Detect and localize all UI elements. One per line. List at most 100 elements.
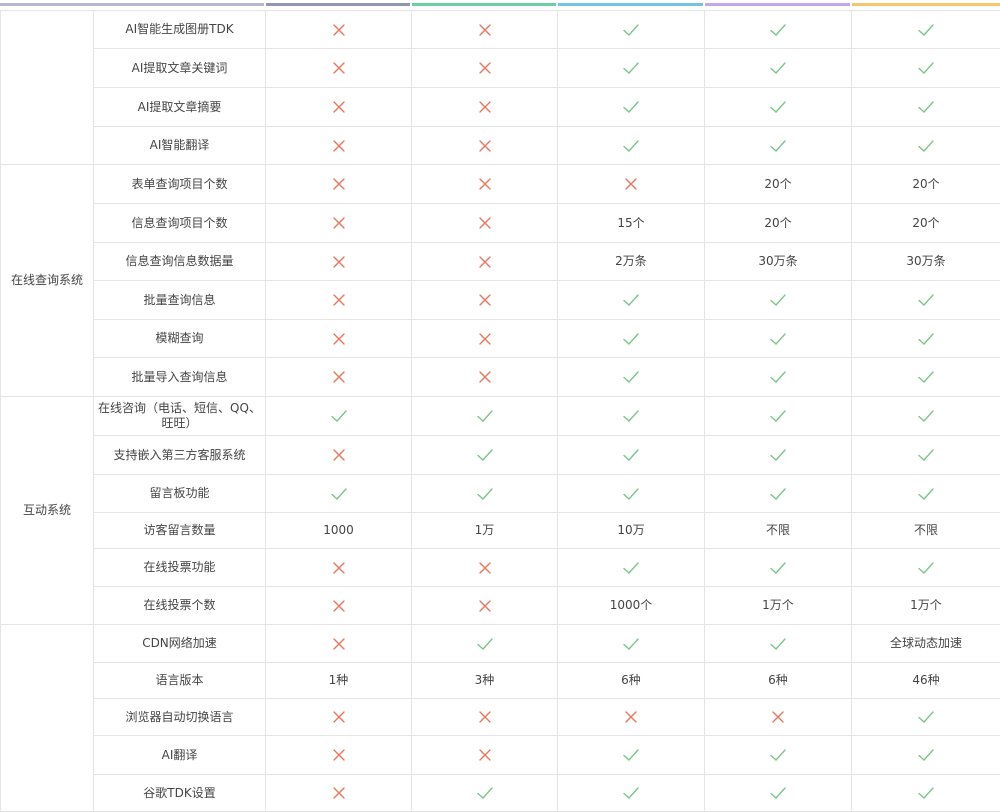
plan-cell-value: 46种: [852, 663, 1000, 699]
plan-cell-value: 不限: [852, 513, 1000, 549]
check-icon: [476, 785, 494, 801]
check-icon: [622, 60, 640, 76]
plan-cell: [266, 204, 412, 243]
plan-cell: [705, 320, 852, 358]
plan-cell-value: 6种: [558, 663, 705, 699]
cross-icon: [330, 22, 348, 38]
plan-cell: [852, 11, 1000, 49]
plan-cell: [266, 320, 412, 358]
cross-icon: [476, 138, 494, 154]
table-row: CDN网络加速全球动态加速: [1, 625, 1000, 663]
plan-cell: [412, 49, 558, 88]
feature-label: 在线咨询（电话、短信、QQ、旺旺）: [94, 397, 266, 436]
plan-cell: [852, 88, 1000, 127]
plan-cell-value: 6种: [705, 663, 852, 699]
cross-icon: [476, 747, 494, 763]
plan-cell: [266, 699, 412, 736]
feature-comparison-table: AI智能生成图册TDKAI提取文章关键词AI提取文章摘要AI智能翻译在线查询系统…: [0, 10, 1000, 812]
plan-cell: [705, 625, 852, 663]
cross-icon: [330, 215, 348, 231]
cross-icon: [330, 176, 348, 192]
plan-cell: [266, 736, 412, 775]
table-row: 模糊查询: [1, 320, 1000, 358]
feature-label: AI智能生成图册TDK: [94, 11, 266, 49]
check-icon: [769, 22, 787, 38]
feature-label: 支持嵌入第三方客服系统: [94, 436, 266, 475]
feature-label: AI翻译: [94, 736, 266, 775]
plan-cell-value: 20个: [705, 204, 852, 243]
check-icon: [917, 99, 935, 115]
plan-cell: [705, 736, 852, 775]
cross-icon: [622, 176, 640, 192]
check-icon: [622, 447, 640, 463]
plan-cell: [266, 243, 412, 281]
table-row: 留言板功能: [1, 475, 1000, 513]
plan-cell: [266, 587, 412, 625]
table-row: 在线查询系统表单查询项目个数20个20个: [1, 165, 1000, 204]
plan-cell: [412, 775, 558, 812]
check-icon: [622, 408, 640, 424]
plan-cell: [558, 549, 705, 587]
plan-cell: [266, 127, 412, 165]
cross-icon: [476, 369, 494, 385]
check-icon: [476, 408, 494, 424]
table-row: AI提取文章关键词: [1, 49, 1000, 88]
plan-cell: [852, 127, 1000, 165]
check-icon: [622, 747, 640, 763]
cross-icon: [330, 369, 348, 385]
cross-icon: [476, 331, 494, 347]
check-icon: [769, 408, 787, 424]
check-icon: [769, 785, 787, 801]
feature-comparison-panel: AI智能生成图册TDKAI提取文章关键词AI提取文章摘要AI智能翻译在线查询系统…: [0, 0, 1000, 810]
cross-icon: [330, 598, 348, 614]
group-label: [1, 625, 94, 812]
check-icon: [769, 138, 787, 154]
check-icon: [917, 447, 935, 463]
table-row: 信息查询信息数据量2万条30万条30万条: [1, 243, 1000, 281]
plan-cell: [412, 436, 558, 475]
plan-cell: [705, 436, 852, 475]
table-row: AI提取文章摘要: [1, 88, 1000, 127]
table-row: AI翻译: [1, 736, 1000, 775]
check-icon: [769, 636, 787, 652]
check-icon: [622, 138, 640, 154]
table-row: 批量导入查询信息: [1, 358, 1000, 397]
table-row: AI智能翻译: [1, 127, 1000, 165]
check-icon: [917, 709, 935, 725]
plan-cell-value: 不限: [705, 513, 852, 549]
check-icon: [330, 486, 348, 502]
table-row: 支持嵌入第三方客服系统: [1, 436, 1000, 475]
check-icon: [769, 60, 787, 76]
plan-cell: [852, 549, 1000, 587]
cross-icon: [330, 747, 348, 763]
plan-cell-value: 15个: [558, 204, 705, 243]
plan-cell: [266, 11, 412, 49]
plan-cell-value: 1000: [266, 513, 412, 549]
plan-cell: [266, 625, 412, 663]
group-label: [1, 11, 94, 165]
feature-label: 在线投票功能: [94, 549, 266, 587]
plan-cell: [412, 475, 558, 513]
cross-icon: [330, 560, 348, 576]
plan-cell: [705, 475, 852, 513]
plan-cell-value: 1种: [266, 663, 412, 699]
plan-cell: [558, 49, 705, 88]
feature-label: AI智能翻译: [94, 127, 266, 165]
plan-cell-value: 20个: [852, 204, 1000, 243]
plan-cell: [558, 127, 705, 165]
plan-cell: [558, 625, 705, 663]
plan-cell: [705, 127, 852, 165]
check-icon: [622, 99, 640, 115]
cross-icon: [330, 709, 348, 725]
check-icon: [769, 560, 787, 576]
cross-icon: [330, 99, 348, 115]
plan-cell-value: 3种: [412, 663, 558, 699]
plan-cell: [705, 775, 852, 812]
check-icon: [622, 22, 640, 38]
cross-icon: [476, 215, 494, 231]
plan-cell: [412, 587, 558, 625]
table-row: 互动系统在线咨询（电话、短信、QQ、旺旺）: [1, 397, 1000, 436]
check-icon: [917, 331, 935, 347]
table-row: 在线投票个数1000个1万个1万个: [1, 587, 1000, 625]
plan-color-bar: [266, 3, 410, 6]
